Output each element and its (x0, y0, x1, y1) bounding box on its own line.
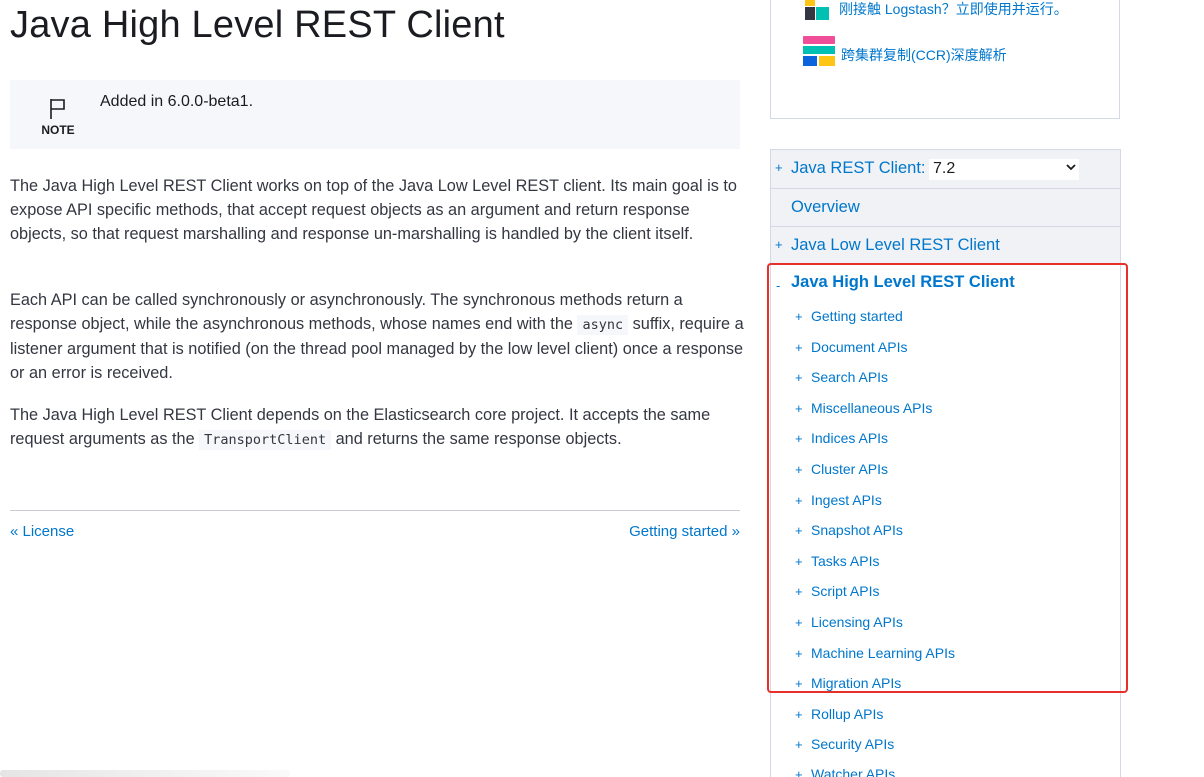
toc-item-low-level-client[interactable]: + Java Low Level REST Client (771, 227, 1120, 265)
toc-subitem-label: Cluster APIs (811, 461, 889, 477)
divider (10, 510, 740, 511)
expand-icon[interactable]: + (795, 523, 811, 538)
paragraph-intro: The Java High Level REST Client works on… (10, 177, 737, 243)
toc-subitem-label: Snapshot APIs (811, 522, 903, 538)
toc-label-low-level: Java Low Level REST Client (791, 236, 1000, 254)
toc-subitem-label: Watcher APIs (811, 766, 896, 777)
expand-icon[interactable]: + (775, 160, 783, 175)
toc-subitem[interactable]: + Ingest APIs (795, 490, 882, 510)
toc-subitem[interactable]: + Machine Learning APIs (795, 643, 955, 663)
toc-subitem[interactable]: + Cluster APIs (795, 459, 888, 479)
code-transportclient: TransportClient (199, 430, 332, 450)
code-async: async (577, 315, 629, 335)
flag-icon (40, 96, 76, 120)
page-title: Java High Level REST Client (10, 4, 505, 46)
paragraph-sync-async: Each API can be called synchronously or … (10, 288, 745, 385)
ccr-icon (803, 36, 835, 73)
note-label: NOTE (41, 123, 75, 137)
toc-subitem-label: Security APIs (811, 736, 895, 752)
toc-subitem[interactable]: + Snapshot APIs (795, 520, 903, 540)
toc-subitem-label: Ingest APIs (811, 492, 882, 508)
toc-subitem-label: Document APIs (811, 339, 908, 355)
promo-item-ccr[interactable]: 跨集群复制(CCR)深度解析 (803, 36, 1007, 73)
toc-subitem[interactable]: + Search APIs (795, 367, 888, 387)
expand-icon[interactable]: + (795, 707, 811, 722)
p3-text-after: and returns the same response objects. (331, 430, 622, 448)
toc-subitem-label: Machine Learning APIs (811, 645, 955, 661)
toc-label-current: Java High Level REST Client (791, 273, 1015, 291)
toc-sidebar: + Java REST Client: 7.2 Overview + Java … (770, 149, 1121, 777)
chevron-down-icon (1065, 161, 1077, 176)
promo-text-logstash: 刚接触 Logstash？立即使用并运行。 (839, 0, 1068, 17)
toc-subitem-label: Getting started (811, 308, 903, 324)
expand-icon[interactable]: + (795, 431, 811, 446)
expand-icon[interactable]: + (795, 584, 811, 599)
note-text: Added in 6.0.0-beta1. (100, 93, 254, 110)
toc-subitem[interactable]: + Security APIs (795, 734, 894, 754)
expand-icon[interactable]: + (795, 554, 811, 569)
toc-label-overview: Overview (791, 198, 860, 216)
expand-icon[interactable]: + (795, 462, 811, 477)
toc-subitem[interactable]: + Miscellaneous APIs (795, 398, 932, 418)
expand-icon[interactable]: + (795, 340, 811, 355)
scroll-shadow (0, 770, 290, 777)
toc-version-row: + Java REST Client: 7.2 (771, 150, 1120, 189)
version-select[interactable]: 7.2 (929, 159, 1079, 180)
toc-subitem[interactable]: + Indices APIs (795, 428, 888, 448)
toc-item-overview[interactable]: Overview (771, 189, 1120, 227)
toc-subitem[interactable]: + Licensing APIs (795, 612, 903, 632)
toc-subitem-label: Licensing APIs (811, 614, 903, 630)
version-value: 7.2 (933, 160, 956, 177)
prev-page-link[interactable]: « License (10, 523, 74, 540)
expand-icon[interactable]: + (795, 737, 811, 752)
collapse-icon[interactable]: - (776, 278, 780, 293)
toc-subitem-label: Miscellaneous APIs (811, 400, 933, 416)
toc-subitem-label: Tasks APIs (811, 553, 880, 569)
toc-subitem[interactable]: + Watcher APIs (795, 764, 895, 777)
expand-icon[interactable]: + (795, 646, 811, 661)
promo-text-ccr: 跨集群复制(CCR)深度解析 (841, 46, 1007, 63)
expand-icon[interactable]: + (795, 309, 811, 324)
page: Java High Level REST Client NOTE Added i… (0, 0, 1204, 777)
promo-item-logstash[interactable]: 刚接触 Logstash？立即使用并运行。 (803, 0, 1068, 25)
toc-subitem-label: Indices APIs (811, 430, 889, 446)
toc-subitem[interactable]: + Script APIs (795, 581, 879, 601)
toc-subitem-label: Rollup APIs (811, 706, 884, 722)
expand-icon[interactable]: + (795, 615, 811, 630)
expand-icon[interactable]: + (795, 767, 811, 777)
expand-icon[interactable]: + (795, 370, 811, 385)
toc-subitem[interactable]: + Getting started (795, 306, 903, 326)
expand-icon[interactable]: + (795, 676, 811, 691)
version-label: Java REST Client: (791, 159, 926, 177)
toc-subitem[interactable]: + Document APIs (795, 337, 908, 357)
paragraph-dependencies: The Java High Level REST Client depends … (10, 403, 745, 452)
expand-icon[interactable]: + (775, 237, 783, 252)
toc-subitem[interactable]: + Migration APIs (795, 673, 901, 693)
promo-box: 刚接触 Logstash？立即使用并运行。 跨集群复制(CCR)深度解析 (770, 0, 1120, 119)
toc-subitem[interactable]: + Tasks APIs (795, 551, 879, 571)
next-page-link[interactable]: Getting started » (629, 523, 740, 540)
toc-subitem-label: Script APIs (811, 583, 880, 599)
note-box: NOTE Added in 6.0.0-beta1. (10, 80, 740, 149)
logstash-icon (803, 0, 833, 25)
expand-icon[interactable]: + (795, 401, 811, 416)
expand-icon[interactable]: + (795, 493, 811, 508)
toc-subitem[interactable]: + Rollup APIs (795, 704, 883, 724)
toc-subitem-label: Search APIs (811, 369, 889, 385)
toc-subitem-label: Migration APIs (811, 675, 902, 691)
